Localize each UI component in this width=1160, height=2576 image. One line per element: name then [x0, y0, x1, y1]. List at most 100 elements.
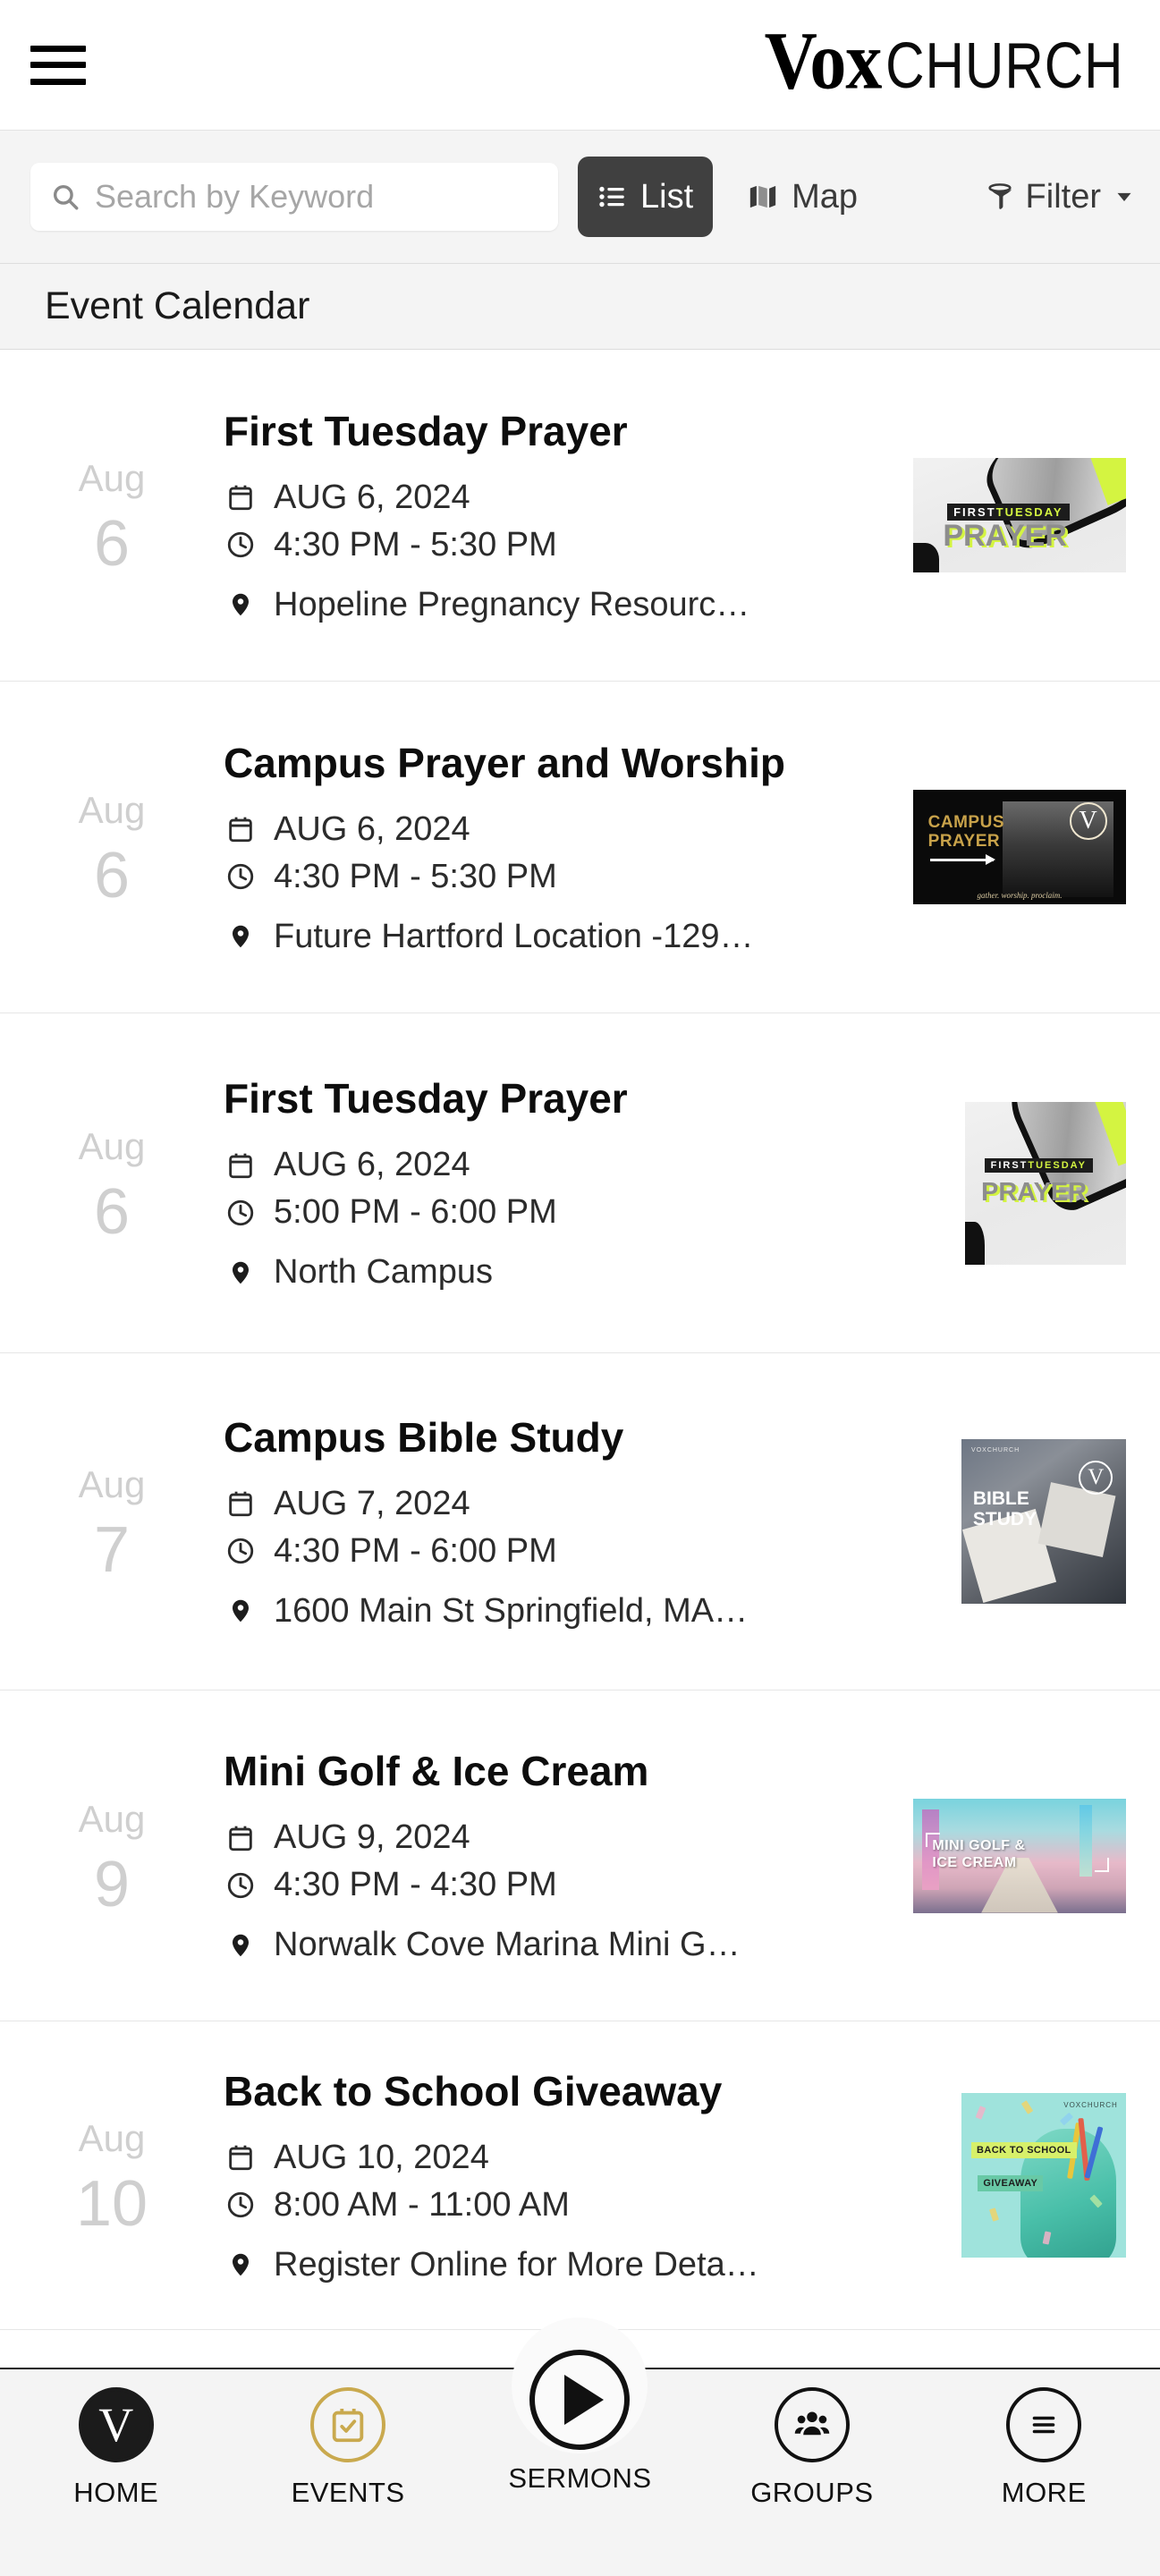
nav-label-sermons: SERMONS	[508, 2462, 652, 2494]
event-time-row: 8:00 AM - 11:00 AM	[224, 2186, 953, 2224]
event-list-item[interactable]: Aug 6 First Tuesday Prayer AUG 6, 2024	[0, 1013, 1160, 1353]
nav-item-sermons[interactable]: SERMONS	[464, 2318, 696, 2495]
event-info: Mini Golf & Ice Cream AUG 9, 2024 4:30 P…	[224, 1747, 913, 1964]
event-list-item[interactable]: Aug 9 Mini Golf & Ice Cream AUG 9, 2024	[0, 1690, 1160, 2021]
location-pin-icon	[224, 1595, 258, 1627]
clock-icon	[224, 2190, 258, 2220]
event-location-text: 1600 Main St Springfield, MA…	[274, 1591, 749, 1630]
thumbnail-text: STUDY	[972, 1509, 1037, 1530]
vox-v-icon: V	[78, 2387, 154, 2462]
event-time-row: 4:30 PM - 4:30 PM	[224, 1866, 904, 1904]
search-input[interactable]	[95, 178, 538, 216]
location-pin-icon	[224, 589, 258, 621]
calendar-icon	[224, 1149, 258, 1182]
hamburger-bar	[30, 45, 86, 52]
event-thumbnail: VOXCHURCH BIBLE STUDY V	[961, 1439, 1126, 1604]
event-title: First Tuesday Prayer	[224, 1075, 628, 1122]
brand-logo[interactable]: Vox CHURCH	[765, 19, 1135, 102]
event-location-row: Register Online for More Deta…	[224, 2246, 953, 2284]
people-icon	[774, 2387, 850, 2462]
event-location-row: Norwalk Cove Marina Mini G…	[224, 1926, 904, 1964]
hamburger-menu-icon[interactable]	[30, 43, 86, 88]
event-time-text: 4:30 PM - 6:00 PM	[274, 1531, 557, 1570]
event-location-row: 1600 Main St Springfield, MA…	[224, 1592, 953, 1631]
event-list-item[interactable]: Aug 6 Campus Prayer and Worship AUG 6, 2…	[0, 682, 1160, 1013]
event-info: Back to School Giveaway AUG 10, 2024 8:0…	[224, 2067, 961, 2284]
event-date-month: Aug	[78, 789, 146, 831]
event-title: Campus Bible Study	[224, 1413, 624, 1461]
nav-label-home: HOME	[73, 2477, 159, 2508]
event-info: Campus Prayer and Worship AUG 6, 2024 4:…	[224, 739, 913, 956]
location-pin-icon	[224, 920, 258, 953]
event-date-text: AUG 6, 2024	[274, 478, 470, 516]
event-time-text: 4:30 PM - 5:30 PM	[274, 857, 557, 895]
filter-button[interactable]: Filter	[985, 178, 1137, 216]
calendar-icon	[224, 1822, 258, 1854]
event-date-day: 6	[93, 840, 131, 911]
map-icon	[747, 182, 779, 212]
page-title: Event Calendar	[0, 264, 1160, 350]
nav-label-groups: GROUPS	[750, 2477, 874, 2508]
event-date-badge: Aug 6	[0, 786, 224, 911]
event-date-text: AUG 10, 2024	[274, 2138, 489, 2176]
event-time-text: 4:30 PM - 4:30 PM	[274, 1866, 557, 1903]
event-date-month: Aug	[78, 1463, 146, 1505]
event-list-item[interactable]: Aug 6 First Tuesday Prayer AUG 6, 2024	[0, 350, 1160, 682]
nav-item-groups[interactable]: GROUPS	[696, 2387, 927, 2509]
event-date-row: AUG 6, 2024	[224, 1146, 956, 1184]
event-date-text: AUG 6, 2024	[274, 809, 470, 848]
app-header: Vox CHURCH	[0, 0, 1160, 130]
event-date-day: 6	[93, 1175, 131, 1248]
event-time-row: 4:30 PM - 6:00 PM	[224, 1532, 953, 1571]
search-box[interactable]	[30, 163, 558, 231]
event-time-row: 4:30 PM - 5:30 PM	[224, 526, 904, 564]
event-date-day: 9	[93, 1848, 131, 1920]
thumbnail-text: PRAYER	[943, 518, 1067, 553]
event-date-day: 6	[93, 508, 131, 580]
thumbnail-text: CAMPUS	[927, 812, 1004, 832]
thumbnail-text: BIBLE	[972, 1488, 1029, 1510]
event-time-row: 5:00 PM - 6:00 PM	[224, 1193, 956, 1232]
event-time-row: 4:30 PM - 5:30 PM	[224, 858, 904, 896]
list-view-button[interactable]: List	[578, 157, 714, 237]
event-date-text: AUG 9, 2024	[274, 1818, 470, 1856]
event-info: Campus Bible Study AUG 7, 2024 4:30 PM -…	[224, 1413, 961, 1631]
calendar-icon	[224, 481, 258, 513]
event-location-row: North Campus	[224, 1253, 956, 1292]
event-list-item[interactable]: Aug 7 Campus Bible Study AUG 7, 2024 4:3…	[0, 1353, 1160, 1690]
event-date-row: AUG 10, 2024	[224, 2139, 953, 2177]
event-date-row: AUG 7, 2024	[224, 1485, 953, 1523]
event-title: First Tuesday Prayer	[224, 407, 628, 454]
hamburger-bar	[30, 78, 86, 85]
event-info: First Tuesday Prayer AUG 6, 2024 4:30 PM…	[224, 407, 913, 624]
clock-icon	[224, 1870, 258, 1901]
calendar-icon	[224, 1487, 258, 1520]
vox-v-icon: V	[1069, 802, 1107, 841]
search-icon	[50, 182, 80, 212]
thumbnail-text: MINI GOLF &	[932, 1838, 1026, 1854]
map-view-button[interactable]: Map	[747, 178, 858, 216]
bottom-navigation-bar: V HOME EVENTS SERMONS GROUPS MORE	[0, 2318, 1160, 2576]
event-date-badge: Aug 6	[0, 454, 224, 580]
event-list: Aug 6 First Tuesday Prayer AUG 6, 2024 4…	[0, 350, 1160, 2330]
filter-label: Filter	[1025, 177, 1101, 216]
event-date-row: AUG 6, 2024	[224, 479, 904, 517]
event-info: First Tuesday Prayer AUG 6, 2024 5:00 PM…	[224, 1074, 965, 1292]
event-date-month: Aug	[78, 2117, 146, 2159]
event-date-row: AUG 9, 2024	[224, 1818, 904, 1857]
event-list-item[interactable]: Aug 10 Back to School Giveaway AUG 10, 2…	[0, 2021, 1160, 2330]
location-pin-icon	[224, 1929, 258, 1962]
play-icon[interactable]	[529, 2350, 631, 2450]
nav-item-events[interactable]: EVENTS	[232, 2387, 463, 2509]
hamburger-bar	[30, 62, 86, 68]
event-time-text: 8:00 AM - 11:00 AM	[274, 2185, 570, 2224]
event-date-month: Aug	[78, 1124, 146, 1167]
event-location-row: Future Hartford Location -129…	[224, 918, 904, 956]
event-title: Campus Prayer and Worship	[224, 739, 785, 786]
event-time-text: 4:30 PM - 5:30 PM	[274, 525, 557, 564]
thumbnail-text: PRAYER	[927, 831, 1001, 851]
clock-icon	[224, 1536, 258, 1566]
event-location-row: Hopeline Pregnancy Resourc…	[224, 586, 904, 624]
nav-item-more[interactable]: MORE	[928, 2387, 1160, 2509]
nav-item-home[interactable]: V HOME	[0, 2387, 232, 2509]
